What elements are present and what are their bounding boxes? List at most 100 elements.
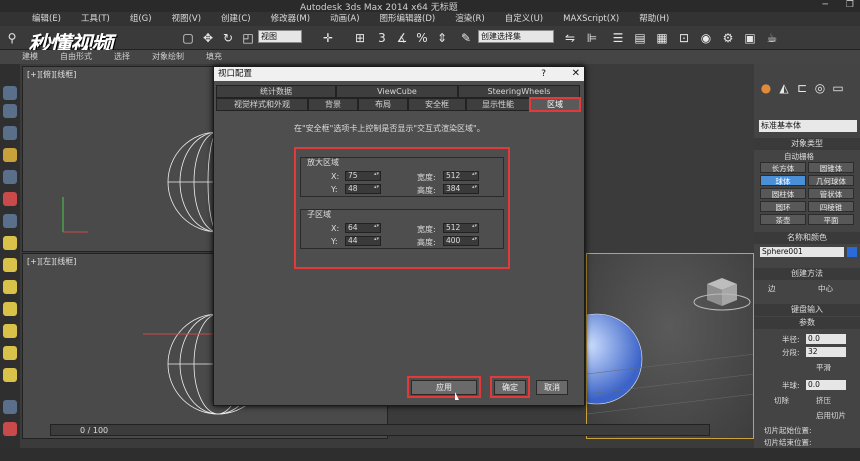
- tool-icon-12[interactable]: [3, 324, 17, 338]
- name-color-header[interactable]: 名称和颜色: [754, 232, 860, 244]
- magnify-width-spinner[interactable]: 512: [443, 171, 479, 181]
- tool-icon-6[interactable]: [3, 192, 17, 206]
- curve-editor-icon[interactable]: ▦: [654, 30, 670, 46]
- time-slider[interactable]: [50, 424, 710, 436]
- menu-group[interactable]: 组(G): [130, 12, 152, 26]
- ribbon-tab-freeform[interactable]: 自由形式: [60, 50, 92, 64]
- cylinder-button[interactable]: 圆柱体: [760, 188, 806, 199]
- tool-icon-2[interactable]: [3, 104, 17, 118]
- mirror-icon[interactable]: ⇋: [562, 30, 578, 46]
- ribbon-tab-modeling[interactable]: 建模: [22, 50, 38, 64]
- snap-icon[interactable]: ⊞: [352, 30, 368, 46]
- ribbon-tab-populate[interactable]: 填充: [206, 50, 222, 64]
- viewport-perspective[interactable]: [586, 253, 754, 439]
- menu-graph-editors[interactable]: 图形编辑器(D): [380, 12, 436, 26]
- object-color-swatch[interactable]: [847, 247, 857, 257]
- menu-help[interactable]: 帮助(H): [639, 12, 669, 26]
- sub-width-spinner[interactable]: 512: [443, 223, 479, 233]
- edge-radio[interactable]: 边: [768, 283, 776, 294]
- autogrid-checkbox[interactable]: 自动栅格: [784, 151, 814, 162]
- creation-method-header[interactable]: 创建方法: [754, 268, 860, 280]
- tool-icon-13[interactable]: [3, 346, 17, 360]
- menu-rendering[interactable]: 渲染(R): [455, 12, 485, 26]
- tube-button[interactable]: 管状体: [808, 188, 854, 199]
- spinner-snap-icon[interactable]: ⇕: [434, 30, 450, 46]
- hierarchy-tab-icon[interactable]: ⊏: [794, 80, 810, 96]
- primitive-type-dropdown[interactable]: 标准基本体: [759, 120, 857, 132]
- tool-icon-9[interactable]: [3, 258, 17, 272]
- menu-edit[interactable]: 编辑(E): [32, 12, 61, 26]
- named-selection-select[interactable]: 创建选择集: [478, 30, 554, 43]
- select-icon[interactable]: ▢: [180, 30, 196, 46]
- object-type-header[interactable]: 对象类型: [754, 138, 860, 150]
- sub-x-spinner[interactable]: 64: [345, 223, 381, 233]
- menu-create[interactable]: 创建(C): [221, 12, 251, 26]
- angle-snap-icon[interactable]: ∡: [394, 30, 410, 46]
- restore-icon[interactable]: ❐: [846, 0, 854, 10]
- help-icon[interactable]: ?: [541, 67, 546, 81]
- tab-steeringwheels[interactable]: SteeringWheels: [458, 85, 580, 98]
- render-setup-icon[interactable]: ⚙: [720, 30, 736, 46]
- sub-height-spinner[interactable]: 400: [443, 236, 479, 246]
- tool-icon-4[interactable]: [3, 148, 17, 162]
- sphere-button[interactable]: 球体: [760, 175, 806, 186]
- tool-icon-1[interactable]: [3, 86, 17, 100]
- tool-icon-16[interactable]: [3, 422, 17, 436]
- rotate-icon[interactable]: ↻: [220, 30, 236, 46]
- cancel-button[interactable]: 取消: [536, 380, 568, 395]
- tab-regions[interactable]: 区域: [529, 97, 581, 112]
- menu-customize[interactable]: 自定义(U): [505, 12, 543, 26]
- tab-viewcube[interactable]: ViewCube: [336, 85, 458, 98]
- tab-visual-style[interactable]: 视觉样式和外观: [216, 98, 308, 111]
- material-editor-icon[interactable]: ◉: [698, 30, 714, 46]
- tool-icon-15[interactable]: [3, 400, 17, 414]
- close-icon[interactable]: ✕: [572, 67, 580, 81]
- display-tab-icon[interactable]: ▭: [830, 80, 846, 96]
- schematic-icon[interactable]: ⊡: [676, 30, 692, 46]
- tab-display-performance[interactable]: 显示性能: [466, 98, 530, 111]
- magnify-x-spinner[interactable]: 75: [345, 171, 381, 181]
- create-tab-icon[interactable]: ●: [758, 80, 774, 96]
- torus-button[interactable]: 圆环: [760, 201, 806, 212]
- geosphere-button[interactable]: 几何球体: [808, 175, 854, 186]
- menu-animation[interactable]: 动画(A): [330, 12, 359, 26]
- tab-statistics[interactable]: 统计数据: [216, 85, 336, 98]
- box-button[interactable]: 长方体: [760, 162, 806, 173]
- tool-icon-8[interactable]: [3, 236, 17, 250]
- reference-coord-select[interactable]: 视图: [258, 30, 302, 43]
- squash-radio[interactable]: 挤压: [816, 395, 831, 406]
- radius-field[interactable]: 0.0: [806, 334, 846, 344]
- parameters-header[interactable]: 参数: [754, 317, 860, 329]
- smooth-checkbox[interactable]: 平滑: [816, 362, 831, 373]
- hemisphere-field[interactable]: 0.0: [806, 380, 846, 390]
- snap-3-icon[interactable]: 3: [374, 30, 390, 46]
- tool-icon-3[interactable]: [3, 126, 17, 140]
- tool-icon-5[interactable]: [3, 170, 17, 184]
- apply-button[interactable]: 应用: [411, 380, 477, 395]
- menu-modifiers[interactable]: 修改器(M): [271, 12, 310, 26]
- minimize-icon[interactable]: ─: [823, 0, 828, 10]
- menu-tools[interactable]: 工具(T): [81, 12, 110, 26]
- menu-maxscript[interactable]: MAXScript(X): [563, 12, 619, 26]
- ribbon-tab-selection[interactable]: 选择: [114, 50, 130, 64]
- segments-field[interactable]: 32: [806, 347, 846, 357]
- plane-button[interactable]: 平面: [808, 214, 854, 225]
- pivot-icon[interactable]: ✛: [320, 30, 336, 46]
- align-icon[interactable]: ⊫: [584, 30, 600, 46]
- object-name-field[interactable]: Sphere001: [760, 247, 844, 257]
- ok-button[interactable]: 确定: [494, 380, 526, 395]
- graphite-icon[interactable]: ▤: [632, 30, 648, 46]
- edit-named-icon[interactable]: ✎: [458, 30, 474, 46]
- modify-tab-icon[interactable]: ◭: [776, 80, 792, 96]
- teapot-button[interactable]: 茶壶: [760, 214, 806, 225]
- move-icon[interactable]: ✥: [200, 30, 216, 46]
- scale-icon[interactable]: ◰: [240, 30, 256, 46]
- magnify-y-spinner[interactable]: 48: [345, 184, 381, 194]
- keyboard-entry-header[interactable]: 键盘输入: [754, 304, 860, 316]
- render-frame-icon[interactable]: ▣: [742, 30, 758, 46]
- cone-button[interactable]: 圆锥体: [808, 162, 854, 173]
- slice-on-checkbox[interactable]: 启用切片: [816, 410, 846, 421]
- ribbon-tab-object-paint[interactable]: 对象绘制: [152, 50, 184, 64]
- center-radio[interactable]: 中心: [818, 283, 833, 294]
- chop-radio[interactable]: 切除: [774, 395, 789, 406]
